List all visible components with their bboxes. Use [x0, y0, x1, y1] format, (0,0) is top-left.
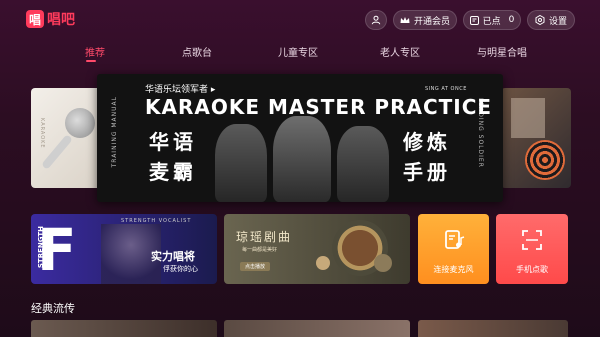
- strength-header: STRENGTH VOCALIST: [121, 218, 192, 224]
- tab-song-station[interactable]: 点歌台: [152, 44, 242, 59]
- gear-icon: [535, 15, 545, 25]
- qiong-title: 琼瑶剧曲: [236, 230, 293, 244]
- scan-icon: [522, 230, 542, 250]
- active-tab-indicator: [86, 60, 96, 62]
- vip-button[interactable]: 开通会员: [393, 10, 457, 30]
- banner-top-line: 华语乐坛领军者 ▸: [145, 85, 216, 95]
- tab-elders[interactable]: 老人专区: [355, 44, 445, 59]
- vip-label: 开通会员: [413, 16, 450, 27]
- connect-mic-label: 连接麦克风: [433, 265, 474, 274]
- banner-left-vertical: TRAINING MANUAL: [111, 96, 118, 168]
- banner-line2-right: 手册: [403, 160, 451, 184]
- queue-count: 0: [508, 15, 515, 25]
- strength-vertical: STRENGTH: [37, 226, 45, 269]
- featured-banner[interactable]: TRAINING MANUAL LEADING SOLDIER 华语乐坛领军者 …: [97, 74, 503, 202]
- banner-line2-left: 麦霸: [149, 160, 197, 184]
- banner-line1-left: 华语: [149, 130, 197, 154]
- singer-photo-3: [337, 126, 389, 202]
- microphone-handle: [41, 134, 73, 170]
- qiong-tag: 点击播放: [240, 262, 271, 271]
- classics-card-3[interactable]: [418, 320, 568, 337]
- logo-text: 唱吧: [47, 12, 75, 28]
- strength-title: 实力唱将: [151, 250, 195, 263]
- phone-request-tile[interactable]: 手机点歌: [496, 214, 568, 284]
- qiong-subtitle: 每一曲都是美好: [242, 247, 278, 253]
- tab-kids[interactable]: 儿童专区: [253, 44, 343, 59]
- top-bar: 唱 唱吧 开通会员 已点 0 设置: [0, 0, 600, 40]
- card-left-text: KARAOKE: [39, 118, 45, 149]
- logo-mark: 唱: [26, 10, 44, 28]
- tab-recommend[interactable]: 推荐: [50, 44, 140, 59]
- queue-label: 已点: [482, 16, 501, 27]
- strength-vocalist-card[interactable]: F STRENGTH STRENGTH VOCALIST 实力唱将 俘获你的心: [31, 214, 217, 284]
- nav-tabs: 推荐 点歌台 儿童专区 老人专区 与明星合唱: [0, 44, 600, 66]
- deco-circle: [374, 254, 392, 272]
- microphone-icon: [65, 108, 95, 138]
- banner-sing-at-once: SING AT ONCE: [425, 86, 467, 92]
- classics-card-1[interactable]: [31, 320, 217, 337]
- phone-request-label: 手机点歌: [516, 265, 548, 274]
- qiong-yao-card[interactable]: 琼瑶剧曲 每一曲都是美好 点击播放: [224, 214, 410, 284]
- banner-title: KARAOKE MASTER PRACTICE: [145, 95, 493, 119]
- user-button[interactable]: [365, 10, 387, 30]
- crown-icon: [400, 17, 410, 23]
- card-right-art: [511, 98, 545, 138]
- user-icon: [371, 15, 381, 25]
- classics-card-2[interactable]: [224, 320, 410, 337]
- singer-photo-1: [215, 124, 267, 202]
- settings-label: 设置: [548, 16, 567, 27]
- deco-circle: [316, 256, 330, 270]
- queue-button[interactable]: 已点 0: [463, 10, 521, 30]
- tab-star-duet[interactable]: 与明星合唱: [457, 44, 547, 59]
- strength-subtitle: 俘获你的心: [163, 265, 198, 273]
- music-note-icon: [444, 230, 464, 249]
- section-title-classics: 经典流传: [31, 302, 75, 315]
- singer-photo-2: [273, 116, 331, 202]
- carousel-card-right[interactable]: [501, 88, 571, 188]
- connect-mic-tile[interactable]: 连接麦克风: [418, 214, 489, 284]
- app-logo: 唱 唱吧: [26, 9, 75, 29]
- vinyl-record-icon: [525, 140, 565, 180]
- settings-button[interactable]: 设置: [527, 10, 575, 30]
- playlist-icon: [469, 15, 479, 25]
- banner-line1-right: 修炼: [403, 130, 451, 154]
- singer-photos: [207, 114, 397, 202]
